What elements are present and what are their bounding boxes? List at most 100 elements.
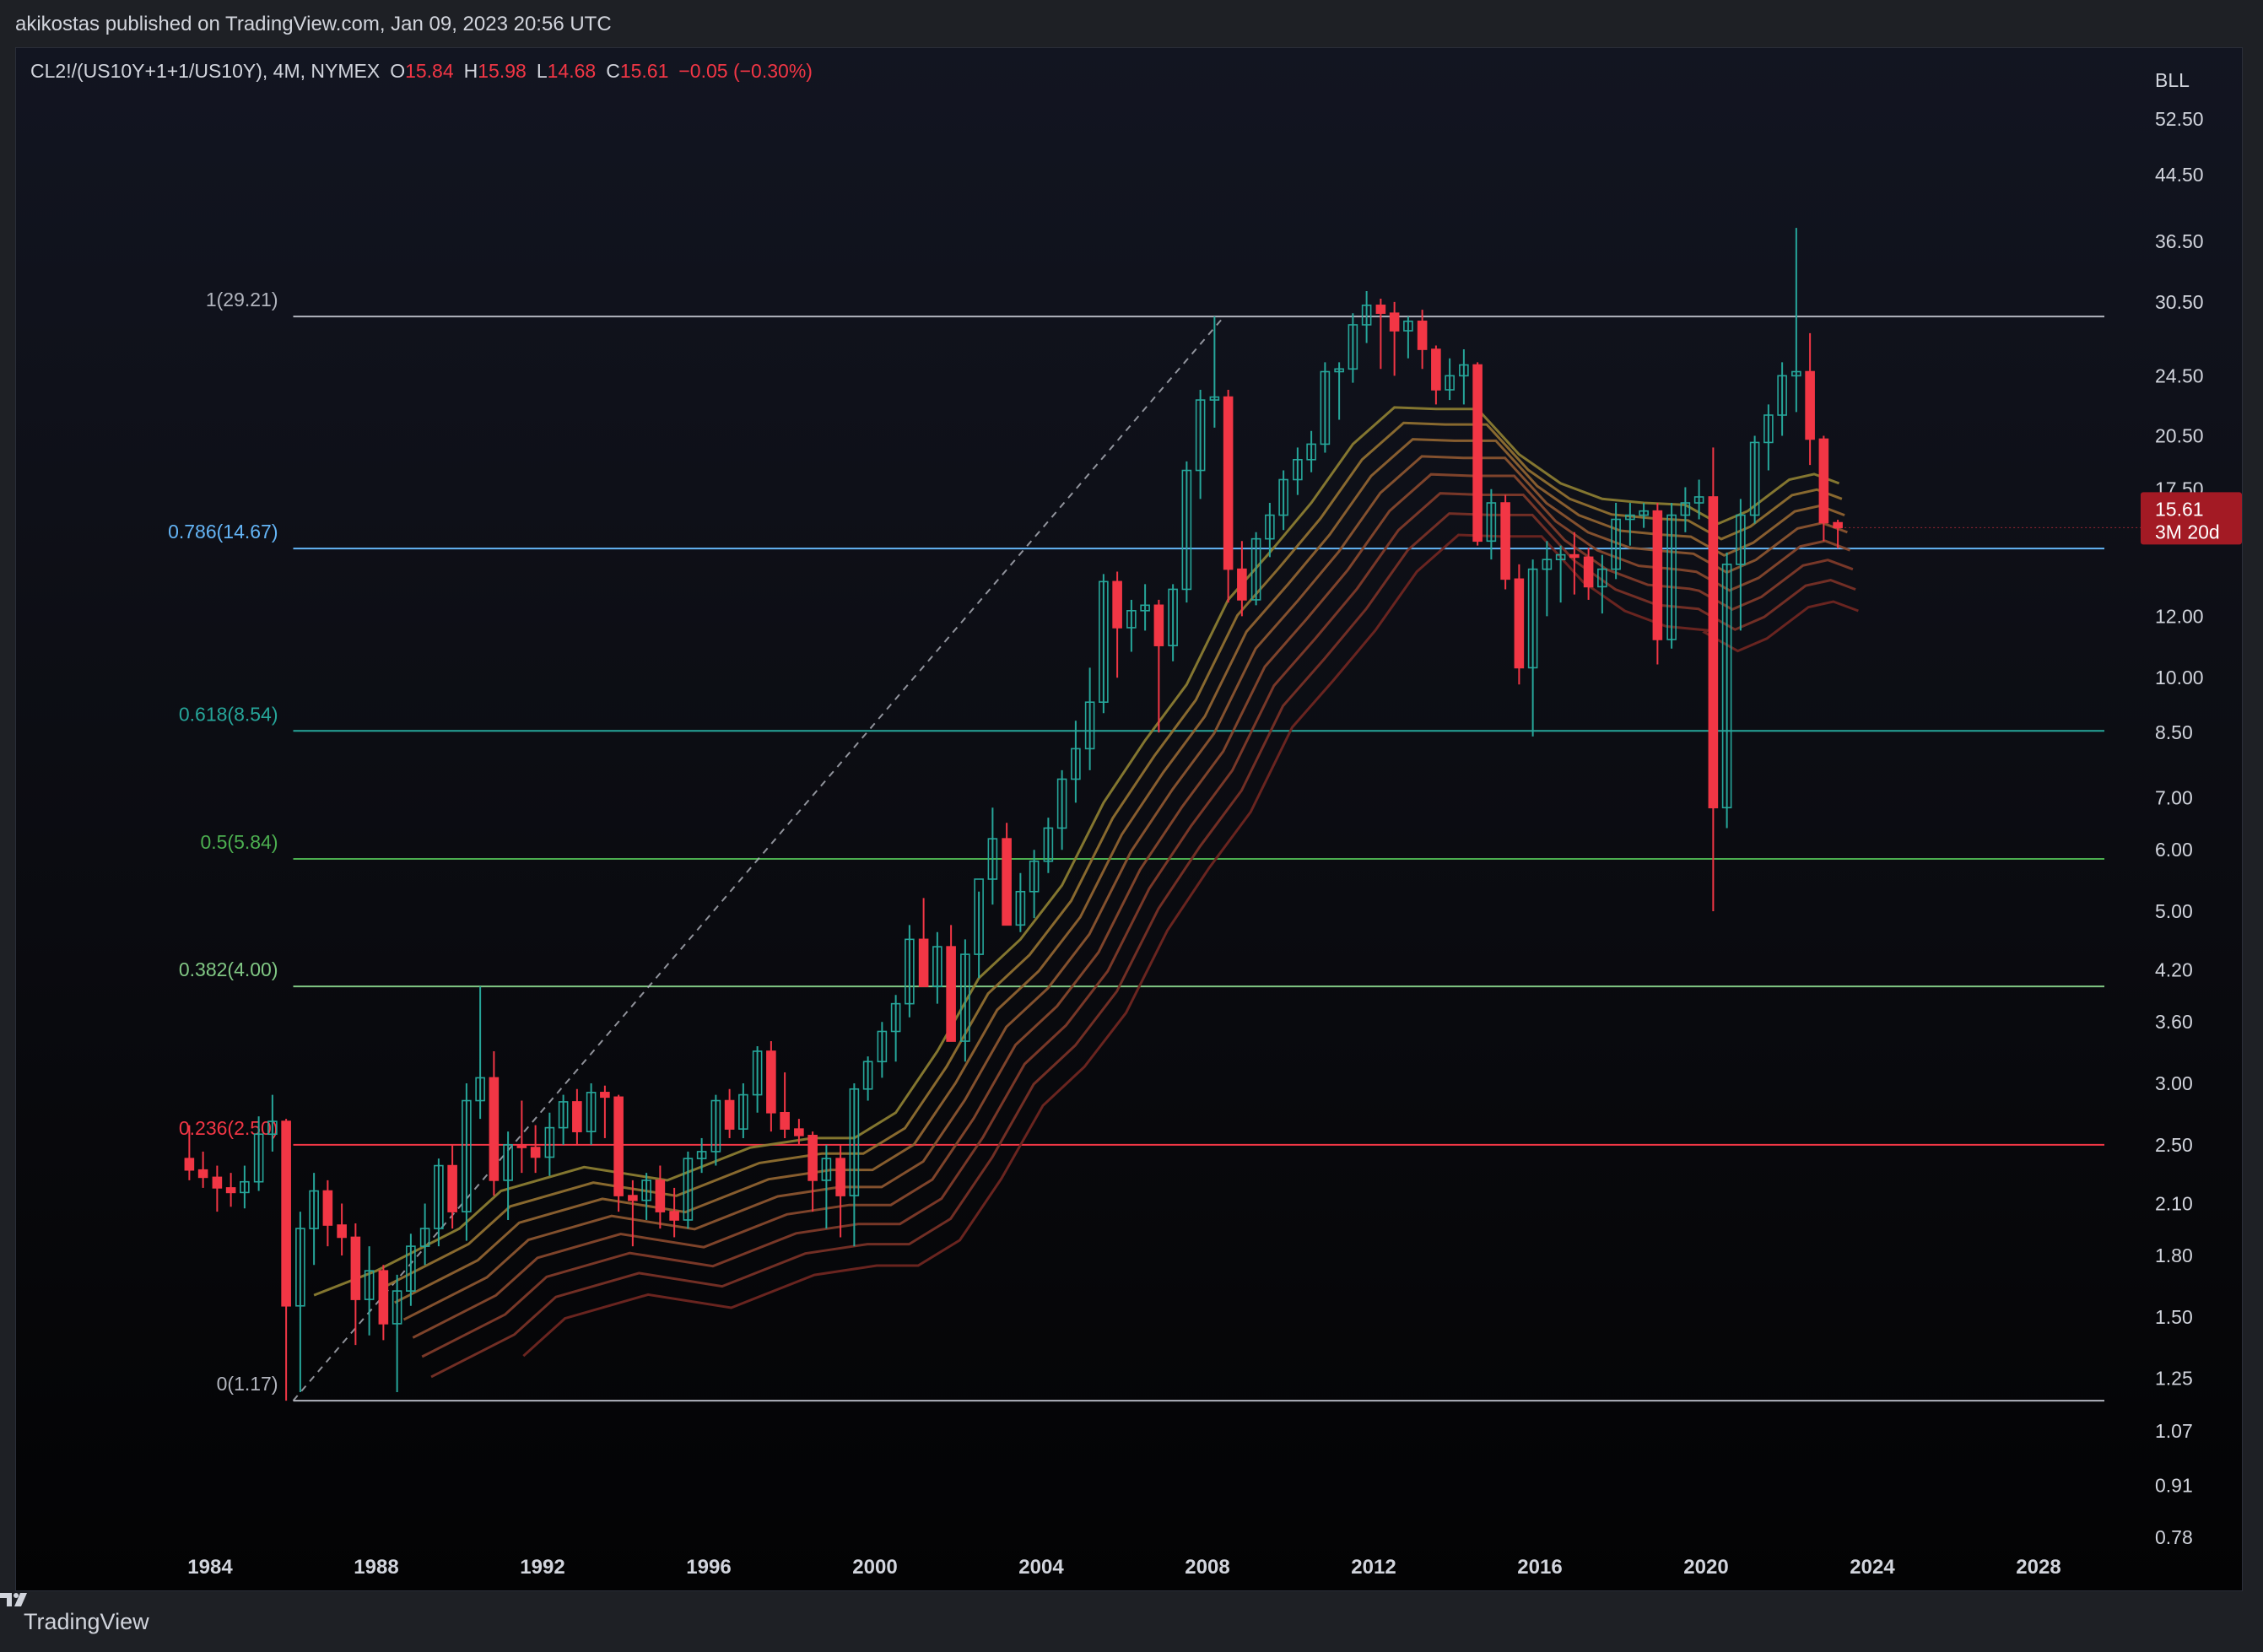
chart-svg[interactable]: 1(29.21) 0.786(14.67) 0.618(8.54) 0.5(5.84)… [16,48,2243,1591]
candle [489,1050,500,1196]
candle-body [281,1120,291,1307]
price-axis-tick-label: 2.10 [2155,1192,2193,1214]
price-axis-tick-label: 1.80 [2155,1244,2193,1266]
time-axis-tick-label: 2004 [1018,1556,1064,1579]
candle [1168,584,1178,661]
candle [1181,461,1192,603]
candle [1721,552,1732,829]
candle [1763,404,1774,471]
candle-body [212,1176,223,1189]
footer-brand[interactable]: TradingView [24,1609,149,1635]
close-key: C [606,60,620,82]
candle [1639,503,1649,528]
price-axis-tick-label: 8.50 [2155,721,2193,743]
candle [974,878,984,979]
candle [462,1083,472,1241]
price-axis-tick-label: 7.00 [2155,787,2193,809]
candle [1736,499,1746,631]
candle [807,1131,818,1212]
candle-body [322,1190,333,1226]
candle [600,1085,610,1138]
candles [184,228,1843,1401]
candle [1389,301,1400,376]
candle [905,925,915,1018]
candle [1112,571,1122,678]
price-axis-tick-label: 52.50 [2155,108,2204,130]
candle-body [1417,320,1428,350]
candle [752,1045,763,1113]
chart-panel[interactable]: 1(29.21) 0.786(14.67) 0.618(8.54) 0.5(5.84)… [15,47,2243,1591]
candle-body [946,946,956,1042]
symbol-label[interactable]: CL2!/(US10Y+1+1/US10Y), 4M, NYMEX [30,60,380,83]
candle [1417,310,1428,370]
candle-body [1002,838,1012,926]
price-axis-tick-label: 1.25 [2155,1368,2193,1390]
candle-body [197,1169,208,1179]
price-axis-tick-label: 6.00 [2155,839,2193,861]
close-value: 15.61 [619,60,669,82]
time-axis-tick-label: 2016 [1517,1556,1562,1579]
candle-body [835,1158,845,1196]
ma-ribbon-line [430,512,1856,1379]
candle [1250,532,1261,606]
candle [281,1119,291,1401]
time-axis-tick-label: 1996 [686,1556,731,1579]
candle [987,807,998,905]
candle [392,1274,402,1392]
price-axis-tick-label: 4.20 [2155,959,2193,981]
candle [1805,332,1815,466]
candle-body [1569,553,1580,559]
time-axis-tick-label: 2028 [2016,1556,2060,1579]
candle [1099,574,1109,714]
candle [1403,316,1413,359]
price-axis-tick-label: 3.60 [2155,1011,2193,1033]
candle-body [378,1270,389,1325]
ma-ribbon-line [385,421,1843,1288]
ma-ribbon [313,406,1859,1379]
candle [1084,667,1095,770]
price-axis-tick-label: 1.50 [2155,1306,2193,1328]
price-axis-tick-label: 10.00 [2155,667,2204,688]
candle [835,1144,845,1238]
candle-body [1472,364,1483,543]
price-axis-tick-label: 0.91 [2155,1474,2193,1496]
candle [960,939,970,1062]
ohlc-legend: CL2!/(US10Y+1+1/US10Y), 4M, NYMEX O 15.84… [30,60,813,83]
candle-body [447,1164,457,1212]
candle [1777,362,1787,436]
candle-body [724,1099,735,1130]
candle [1002,823,1012,926]
candle-body [794,1128,804,1136]
candle-body [350,1236,361,1300]
high-value: 15.98 [478,60,527,82]
candle [434,1158,444,1247]
candle [1431,345,1441,405]
last-price-tag: 15.613M 20d [1844,492,2242,545]
price-axis-tick-label: 5.00 [2155,900,2193,922]
change-value: −0.05 (−0.30%) [678,60,813,82]
candle [1445,358,1455,401]
candle [197,1151,208,1188]
candle-body [184,1158,195,1171]
candle [1652,503,1663,665]
candle [572,1088,582,1145]
price-axis-tick-label: 20.50 [2155,425,2204,447]
last-price-countdown: 3M 20d [2155,521,2220,543]
candle [766,1041,776,1132]
candle [378,1265,389,1341]
price-axis: BLL52.5044.5036.5030.5024.5020.5017.5012… [2155,69,2204,1548]
candle [1542,541,1553,617]
candle [1306,430,1316,472]
open-key: O [390,60,406,82]
candle [932,931,942,1004]
fib-level-label: 0.618(8.54) [179,703,278,725]
candle-body [572,1101,582,1132]
candle-body [1375,305,1386,314]
low-value: 14.68 [547,60,597,82]
candle [655,1165,666,1229]
time-axis-tick-label: 2000 [852,1556,897,1579]
candle [586,1083,597,1145]
candle [1514,564,1525,685]
candle-body [1583,556,1594,588]
candle [1209,316,1220,428]
